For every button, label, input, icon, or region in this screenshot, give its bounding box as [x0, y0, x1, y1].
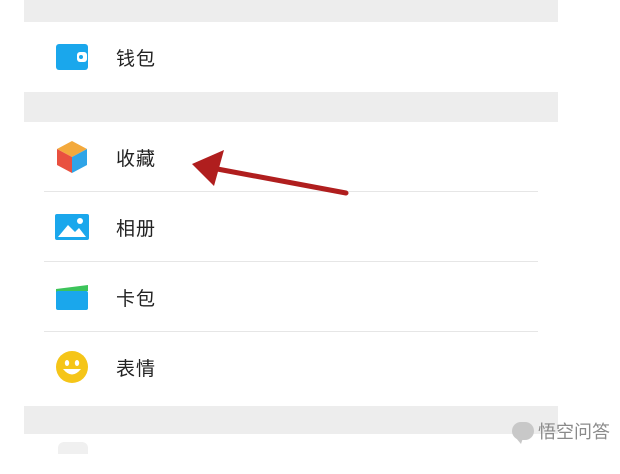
settings-panel: 钱包 收藏 相册 卡包 表情 [24, 0, 558, 474]
smiley-icon [54, 349, 90, 385]
menu-item-label: 相册 [116, 217, 157, 240]
menu-item-stickers[interactable]: 表情 [24, 332, 558, 402]
menu-item-label: 表情 [116, 357, 157, 380]
menu-item-cards[interactable]: 卡包 [24, 262, 558, 332]
features-group: 收藏 相册 卡包 表情 [24, 122, 558, 406]
cube-icon [54, 139, 90, 175]
menu-item-favorites[interactable]: 收藏 [24, 122, 558, 192]
image-icon [54, 209, 90, 245]
menu-item-label: 钱包 [116, 47, 157, 70]
chat-bubble-icon [512, 422, 534, 444]
wallet-group: 钱包 [24, 22, 558, 92]
menu-item-label: 收藏 [116, 147, 157, 170]
menu-item-wallet[interactable]: 钱包 [24, 22, 558, 92]
partial-icon [58, 442, 88, 454]
next-group [24, 434, 558, 474]
watermark-text: 悟空问答 [538, 422, 610, 443]
watermark: 悟空问答 [512, 418, 610, 444]
wallet-icon [54, 39, 90, 75]
card-icon [54, 279, 90, 315]
menu-item-label: 卡包 [116, 287, 157, 310]
menu-item-album[interactable]: 相册 [24, 192, 558, 262]
